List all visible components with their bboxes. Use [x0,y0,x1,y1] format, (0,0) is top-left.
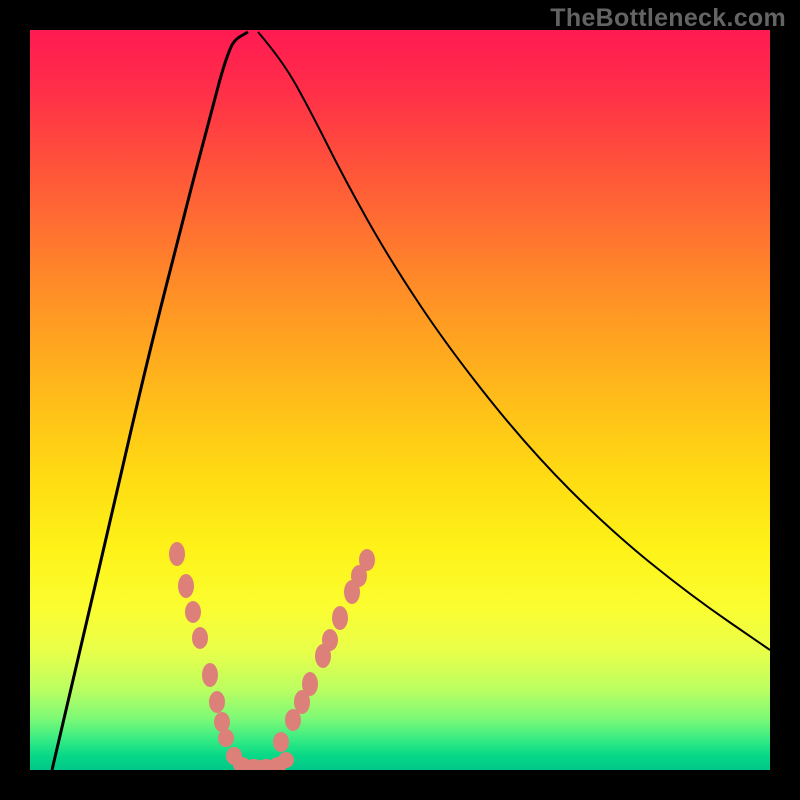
series-group [52,32,770,770]
marker-right-markers [322,629,338,651]
curve-left-curve [52,32,248,770]
marker-right-markers [332,606,348,630]
marker-left-markers [169,542,185,566]
marker-right-markers [285,709,301,731]
plot-area [30,30,770,770]
marker-left-markers [209,691,225,713]
marker-bottom-cluster [278,752,294,768]
marker-group [169,542,375,770]
marker-left-markers [185,601,201,623]
marker-left-markers [202,663,218,687]
marker-left-markers [192,627,208,649]
marker-right-markers [359,549,375,571]
marker-left-markers [214,712,230,732]
marker-right-markers [302,672,318,696]
chart-frame: TheBottleneck.com [0,0,800,800]
curves-svg [30,30,770,770]
marker-bottom-cluster [273,732,289,752]
marker-left-markers [218,729,234,747]
curve-right-curve [258,32,770,650]
watermark-text: TheBottleneck.com [550,4,786,33]
marker-left-markers [178,574,194,598]
